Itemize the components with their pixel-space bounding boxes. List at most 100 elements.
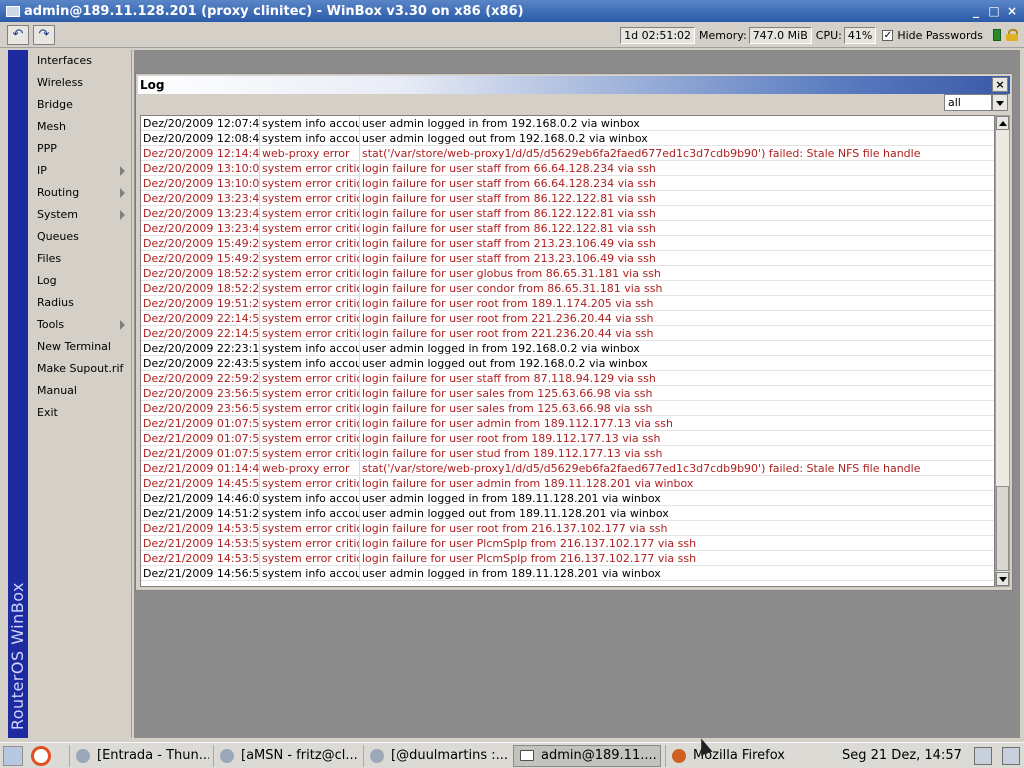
workspace-switcher-icon[interactable] xyxy=(974,747,992,765)
table-row[interactable]: Dez/21/2009 01:07:58system error critica… xyxy=(141,431,994,446)
close-icon[interactable]: × xyxy=(992,77,1008,92)
table-row[interactable]: Dez/20/2009 13:10:02system error critica… xyxy=(141,176,994,191)
log-message-cell: login failure for user staff from 213.23… xyxy=(362,252,656,265)
table-row[interactable]: Dez/21/2009 14:53:50system error critica… xyxy=(141,521,994,536)
log-time-cell: Dez/21/2009 14:45:51 xyxy=(143,476,260,490)
sidebar-item-wireless[interactable]: Wireless xyxy=(28,72,131,94)
taskbar-clock[interactable]: Seg 21 Dez, 14:57 xyxy=(842,748,962,763)
sidebar-item-ip[interactable]: IP xyxy=(28,160,131,182)
sidebar-item-exit[interactable]: Exit xyxy=(28,402,131,424)
sidebar-item-make-supout-rif[interactable]: Make Supout.rif xyxy=(28,358,131,380)
sidebar-item-interfaces[interactable]: Interfaces xyxy=(28,50,131,72)
sidebar-item-manual[interactable]: Manual xyxy=(28,380,131,402)
table-row[interactable]: Dez/21/2009 14:53:54system error critica… xyxy=(141,551,994,566)
table-row[interactable]: Dez/20/2009 22:14:54system error critica… xyxy=(141,311,994,326)
show-desktop-icon[interactable] xyxy=(3,745,23,766)
scroll-thumb[interactable] xyxy=(996,486,1009,571)
sidebar-item-tools[interactable]: Tools xyxy=(28,314,131,336)
log-topics-cell: system info account xyxy=(260,341,360,355)
trash-icon[interactable] xyxy=(1002,747,1020,765)
table-row[interactable]: Dez/20/2009 22:43:55system info accountu… xyxy=(141,356,994,371)
sidebar-item-routing[interactable]: Routing xyxy=(28,182,131,204)
table-row[interactable]: Dez/20/2009 13:23:44system error critica… xyxy=(141,206,994,221)
taskbar-task[interactable]: [@duulmartins :... xyxy=(363,744,509,767)
table-row[interactable]: Dez/20/2009 12:07:45system info accountu… xyxy=(141,116,994,131)
undo-button[interactable]: ↶ xyxy=(7,24,29,45)
log-time-cell: Dez/20/2009 13:23:44 xyxy=(143,221,260,235)
table-row[interactable]: Dez/20/2009 15:49:29system error critica… xyxy=(141,236,994,251)
hide-passwords-label[interactable]: Hide Passwords xyxy=(897,29,983,42)
log-message-cell: login failure for user admin from 189.11… xyxy=(362,417,673,430)
close-window-button[interactable]: × xyxy=(1004,3,1020,19)
taskbar-task[interactable]: Mozilla Firefox xyxy=(665,744,815,767)
window-titlebar[interactable]: admin@189.11.128.201 (proxy clinitec) - … xyxy=(0,0,1024,22)
table-row[interactable]: Dez/21/2009 14:53:52system error critica… xyxy=(141,536,994,551)
table-row[interactable]: Dez/21/2009 14:46:02system info accountu… xyxy=(141,491,994,506)
window-title: admin@189.11.128.201 (proxy clinitec) - … xyxy=(24,3,524,19)
sidebar-item-radius[interactable]: Radius xyxy=(28,292,131,314)
log-topics-cell: system info account xyxy=(260,116,360,130)
log-filter[interactable] xyxy=(944,94,1008,111)
log-topics-cell: system error critical xyxy=(260,371,360,385)
taskbar-task[interactable]: [aMSN - fritz@cl... xyxy=(213,744,359,767)
table-row[interactable]: Dez/20/2009 22:23:17system info accountu… xyxy=(141,341,994,356)
table-row[interactable]: Dez/20/2009 13:23:44system error critica… xyxy=(141,221,994,236)
log-topics-cell: system error critical xyxy=(260,551,360,565)
taskbar-task[interactable]: [Entrada - Thun... xyxy=(69,744,209,767)
table-row[interactable]: Dez/20/2009 22:14:54system error critica… xyxy=(141,326,994,341)
sidebar-item-log[interactable]: Log xyxy=(28,270,131,292)
log-time-cell: Dez/20/2009 12:07:45 xyxy=(143,116,260,130)
sidebar-item-ppp[interactable]: PPP xyxy=(28,138,131,160)
log-topics-cell: system error critical xyxy=(260,296,360,310)
table-row[interactable]: Dez/21/2009 14:45:51system error critica… xyxy=(141,476,994,491)
window-menu-icon[interactable] xyxy=(6,5,20,17)
sidebar-item-queues[interactable]: Queues xyxy=(28,226,131,248)
table-row[interactable]: Dez/20/2009 18:52:25system error critica… xyxy=(141,266,994,281)
brand-strip: RouterOS WinBox xyxy=(8,50,28,738)
sidebar-item-label: Tools xyxy=(37,318,65,331)
log-window-title: Log xyxy=(140,78,165,92)
table-row[interactable]: Dez/20/2009 19:51:27system error critica… xyxy=(141,296,994,311)
log-topics-cell: system error critical xyxy=(260,536,360,550)
table-row[interactable]: Dez/20/2009 12:08:49system info accountu… xyxy=(141,131,994,146)
log-filter-select[interactable] xyxy=(944,94,992,111)
log-vertical-scrollbar[interactable] xyxy=(995,115,1010,587)
redo-button[interactable]: ↷ xyxy=(33,24,55,45)
hide-passwords-checkbox[interactable]: ✓ xyxy=(882,29,894,41)
scroll-down-icon[interactable] xyxy=(996,572,1009,586)
table-row[interactable]: Dez/21/2009 14:51:28system info accountu… xyxy=(141,506,994,521)
sidebar-item-files[interactable]: Files xyxy=(28,248,131,270)
sidebar-item-label: Make Supout.rif xyxy=(37,362,124,375)
sidebar-item-new-terminal[interactable]: New Terminal xyxy=(28,336,131,358)
log-message-cell: user admin logged in from 192.168.0.2 vi… xyxy=(362,342,640,355)
table-row[interactable]: Dez/20/2009 13:23:44system error critica… xyxy=(141,191,994,206)
table-row[interactable]: Dez/20/2009 23:56:53system error critica… xyxy=(141,386,994,401)
table-row[interactable]: Dez/20/2009 13:10:02system error critica… xyxy=(141,161,994,176)
log-window-titlebar[interactable]: Log × xyxy=(138,76,1010,94)
sidebar-item-system[interactable]: System xyxy=(28,204,131,226)
table-row[interactable]: Dez/20/2009 12:14:46 web-proxy error stat(… xyxy=(141,146,994,161)
log-time-cell: Dez/20/2009 13:10:02 xyxy=(143,176,260,190)
minimize-button[interactable]: _ xyxy=(968,3,984,19)
table-row[interactable]: Dez/20/2009 18:52:29system error critica… xyxy=(141,281,994,296)
table-row[interactable]: Dez/20/2009 22:59:21system error critica… xyxy=(141,371,994,386)
table-row[interactable]: Dez/21/2009 01:14:45 web-proxy error stat(… xyxy=(141,461,994,476)
table-row[interactable]: Dez/21/2009 01:07:58system error critica… xyxy=(141,416,994,431)
table-row[interactable]: Dez/21/2009 14:56:52system info accountu… xyxy=(141,566,994,581)
redo-icon: ↷ xyxy=(38,27,50,42)
sidebar-item-bridge[interactable]: Bridge xyxy=(28,94,131,116)
log-time-cell: Dez/20/2009 15:49:29 xyxy=(143,251,260,265)
log-topics-cell: system info account xyxy=(260,506,360,520)
firefox-icon xyxy=(672,748,686,763)
sidebar-item-mesh[interactable]: Mesh xyxy=(28,116,131,138)
ubuntu-menu-icon[interactable] xyxy=(31,745,51,766)
log-time-cell: Dez/20/2009 18:52:25 xyxy=(143,266,260,280)
log-topics-cell: system error critical xyxy=(260,386,360,400)
maximize-button[interactable]: □ xyxy=(986,3,1002,19)
chevron-down-icon[interactable] xyxy=(992,94,1008,111)
table-row[interactable]: Dez/21/2009 01:07:59system error critica… xyxy=(141,446,994,461)
taskbar-task[interactable]: admin@189.11.... xyxy=(513,744,661,767)
scroll-up-icon[interactable] xyxy=(996,116,1009,130)
table-row[interactable]: Dez/20/2009 15:49:29system error critica… xyxy=(141,251,994,266)
table-row[interactable]: Dez/20/2009 23:56:53system error critica… xyxy=(141,401,994,416)
